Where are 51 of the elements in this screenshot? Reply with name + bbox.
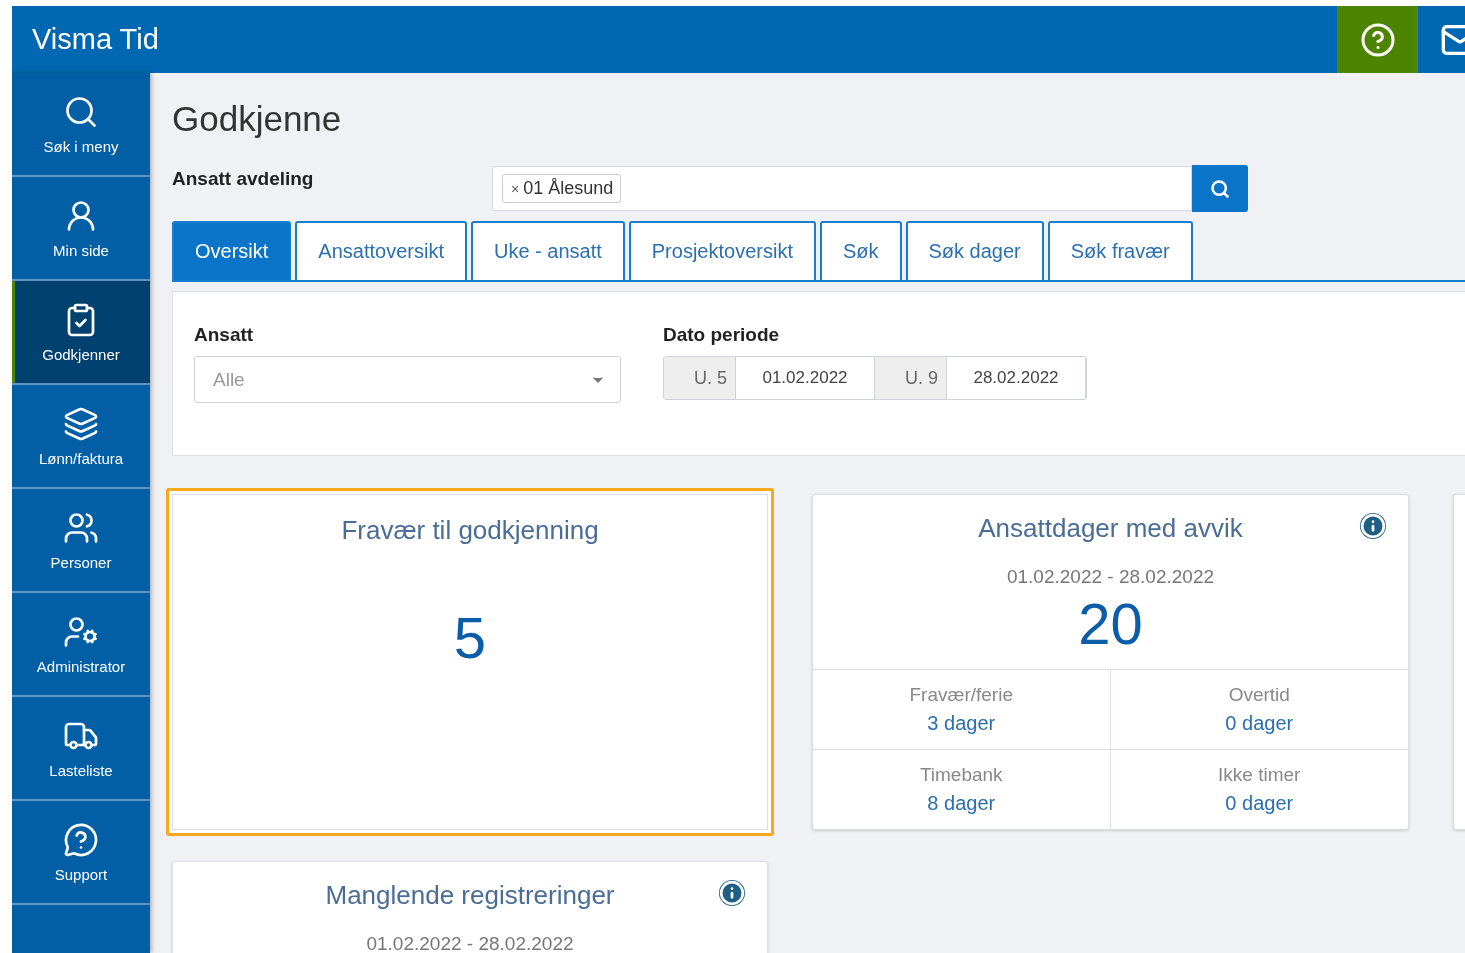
card-title: Fravær til godkjenning — [341, 515, 599, 546]
stat-label: Fravær/ferie — [909, 684, 1013, 706]
speech-question-icon — [63, 821, 99, 858]
stat-card[interactable]: Manglende registreringer 01.02.2022 - 28.02.2022 — [172, 861, 768, 953]
card-title: Ansattdager med avvik — [978, 513, 1243, 544]
stat-label: Overtid — [1228, 684, 1290, 706]
date-field[interactable]: 28.02.2022 — [947, 357, 1086, 399]
stat-cell[interactable]: Ikke timer 0 dager — [1110, 750, 1408, 829]
card-title: Manglende registreringer — [325, 880, 615, 911]
card-count: 20 — [1077, 590, 1144, 657]
stat-value: 0 dager — [1225, 712, 1294, 735]
info-icon[interactable] — [719, 880, 745, 906]
help-icon — [1359, 21, 1396, 58]
stat-label: Ikke timer — [1218, 764, 1301, 786]
department-field[interactable]: × 01 Ålesund — [492, 166, 1192, 211]
info-icon[interactable] — [1360, 513, 1386, 539]
stat-cell[interactable]: Timebank 8 dager — [813, 750, 1111, 829]
field-label: Ansatt — [194, 324, 255, 346]
stat-cell[interactable]: Fravær/ferie 3 dager — [813, 670, 1111, 750]
card-period: 01.02.2022 - 28.02.2022 — [365, 933, 575, 953]
search-button[interactable] — [1192, 165, 1248, 212]
stat-cell[interactable]: Overtid 0 dager — [1110, 670, 1408, 750]
field-label: Dato periode — [663, 324, 781, 346]
card-period: 01.02.2022 - 28.02.2022 — [1005, 566, 1216, 588]
remove-tag-button[interactable]: × — [511, 180, 520, 197]
help-button[interactable] — [1337, 6, 1417, 73]
page-title: Godkjenne — [172, 99, 343, 139]
field-label: Ansatt avdeling — [172, 167, 315, 190]
tab[interactable]: Søk — [819, 221, 902, 280]
tab[interactable]: Uke - ansatt — [470, 221, 625, 280]
stat-value: 3 dager — [927, 712, 996, 735]
placeholder-text: Alle — [213, 368, 245, 391]
search-icon — [1210, 178, 1230, 199]
stat-card[interactable]: Ansattdager med avvik 01.02.2022 - 28.02.2022 20 Fravær/ferie 3 dager Overtid 0 dager Timebank 8 dager Ikke timer 0 dager — [812, 494, 1409, 830]
tab[interactable]: Ansattoversikt — [295, 221, 467, 280]
app-title: Visma Tid — [31, 23, 160, 56]
stat-value: 8 dager — [927, 792, 996, 815]
week-label: U. 5 — [664, 357, 736, 399]
tab[interactable]: Søk dager — [905, 221, 1044, 280]
stat-value: 0 dager — [1225, 792, 1294, 815]
stat-card[interactable]: Fravær til godkjenning 5 — [166, 488, 774, 836]
mail-button[interactable] — [1417, 6, 1465, 73]
stat-label: Timebank — [919, 764, 1003, 786]
tab[interactable]: Søk fravær — [1047, 221, 1193, 280]
tag-label: 01 Ålesund — [523, 178, 614, 199]
sidebar-item[interactable]: Godkjenner — [12, 281, 150, 385]
stack-icon — [63, 405, 99, 442]
week-label: U. 9 — [875, 357, 947, 399]
tab[interactable]: Prosjektoversikt — [628, 221, 816, 280]
card-count: 5 — [452, 604, 488, 671]
tab[interactable]: Oversikt — [172, 221, 292, 280]
